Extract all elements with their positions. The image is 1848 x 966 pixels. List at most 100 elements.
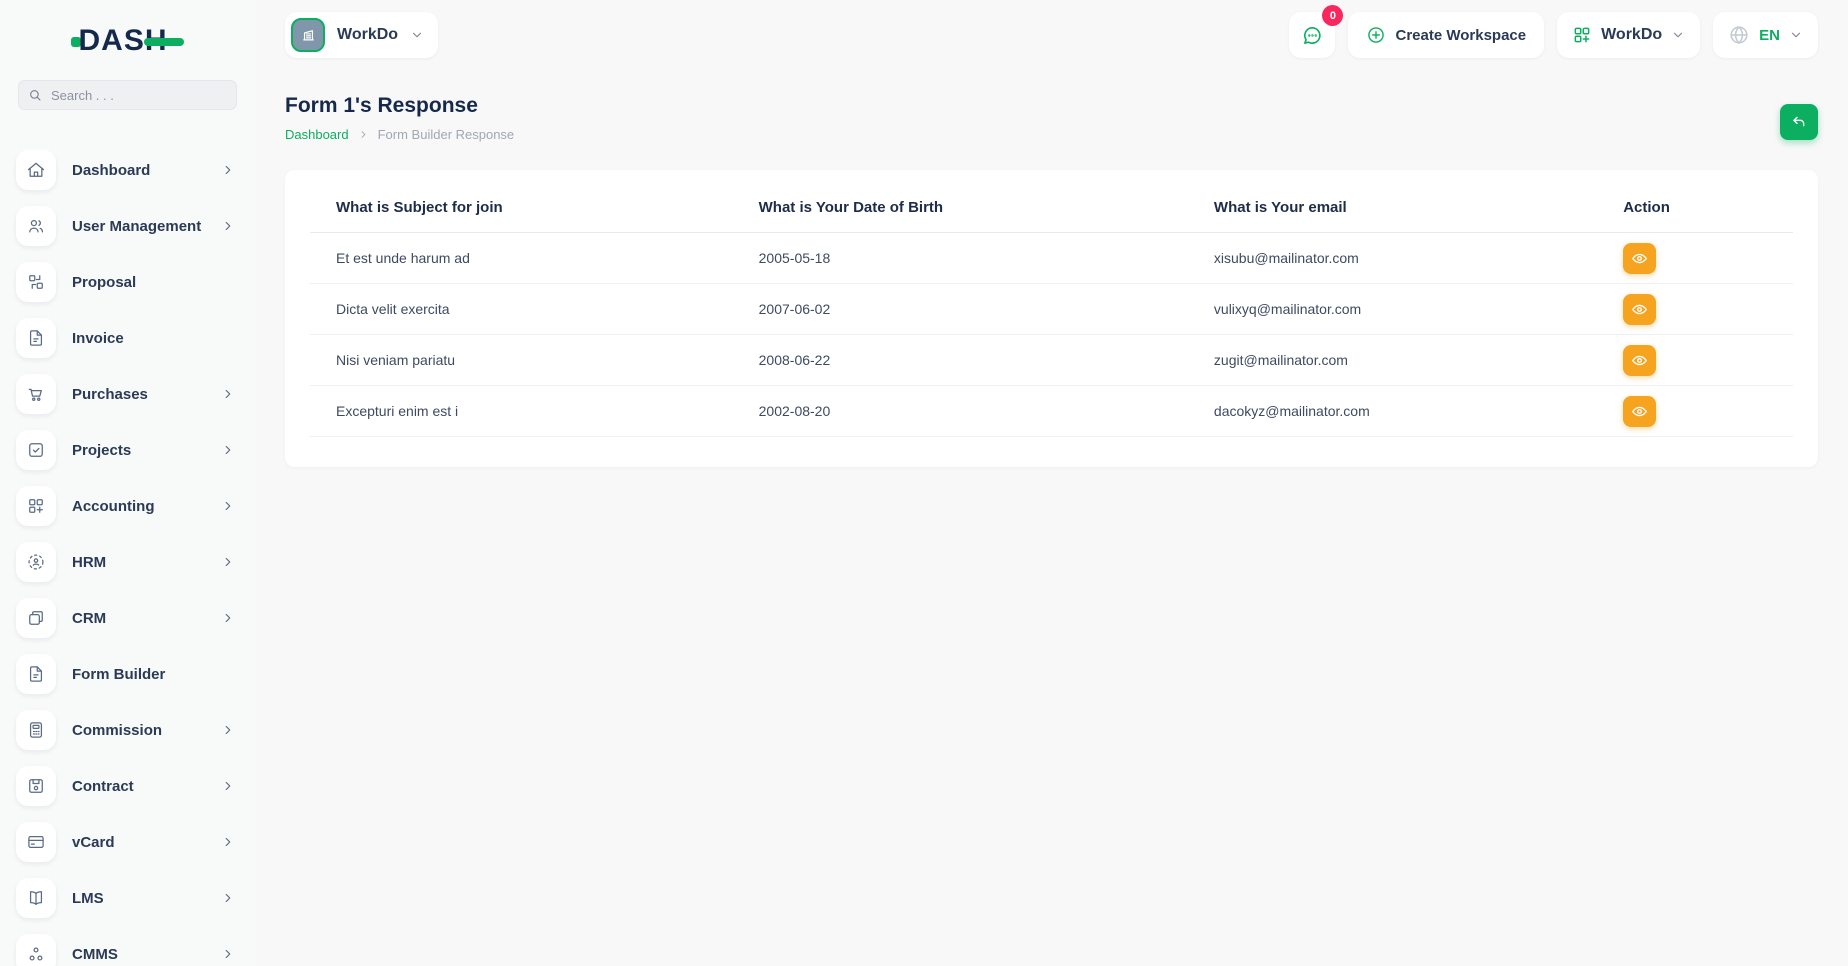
chevron-right-icon bbox=[358, 129, 369, 140]
eye-icon bbox=[1631, 250, 1648, 267]
sidebar-item-label: CMMS bbox=[72, 946, 221, 963]
sidebar-item-label: Proposal bbox=[72, 274, 221, 291]
proposal-icon bbox=[26, 272, 46, 292]
sidebar-item[interactable]: Commission bbox=[16, 710, 239, 750]
sidebar-item-label: LMS bbox=[72, 890, 221, 907]
back-button[interactable] bbox=[1780, 104, 1818, 140]
cell-dob: 2007-06-02 bbox=[733, 284, 1188, 335]
logo-dash-bar bbox=[144, 38, 184, 46]
sidebar-item[interactable]: Projects bbox=[16, 430, 239, 470]
workspace-dropdown[interactable]: WorkDo bbox=[1557, 12, 1700, 58]
invoice-icon bbox=[26, 328, 46, 348]
sidebar-item[interactable]: CRM bbox=[16, 598, 239, 638]
sidebar-item[interactable]: LMS bbox=[16, 878, 239, 918]
workspace-dropdown-label: WorkDo bbox=[1601, 26, 1662, 44]
sidebar-item[interactable]: Form Builder bbox=[16, 654, 239, 694]
search-input[interactable] bbox=[18, 80, 237, 110]
breadcrumb-current: Form Builder Response bbox=[378, 127, 515, 142]
workspace-switcher[interactable]: WorkDo bbox=[285, 12, 438, 58]
view-response-button[interactable] bbox=[1623, 243, 1656, 274]
sidebar-search bbox=[18, 80, 237, 110]
cell-email: zugit@mailinator.com bbox=[1188, 335, 1597, 386]
sidebar-item[interactable]: Contract bbox=[16, 766, 239, 806]
search-icon bbox=[28, 88, 42, 102]
chevron-down-icon bbox=[1789, 28, 1803, 42]
users-icon bbox=[26, 216, 46, 236]
page-header: Form 1's Response Dashboard Form Builder… bbox=[285, 94, 1818, 142]
sidebar-item-label: Projects bbox=[72, 442, 221, 459]
responses-card: What is Subject for join What is Your Da… bbox=[285, 170, 1818, 467]
cell-email: xisubu@mailinator.com bbox=[1188, 233, 1597, 284]
breadcrumb: Dashboard Form Builder Response bbox=[285, 127, 514, 142]
view-response-button[interactable] bbox=[1623, 294, 1656, 325]
cell-action bbox=[1597, 386, 1793, 437]
table-row: Excepturi enim est i 2002-08-20 dacokyz@… bbox=[310, 386, 1793, 437]
cell-dob: 2005-05-18 bbox=[733, 233, 1188, 284]
sidebar-nav: Dashboard User Management Proposal bbox=[0, 150, 255, 966]
crm-icon bbox=[26, 608, 46, 628]
sidebar-item-label: Commission bbox=[72, 722, 221, 739]
responses-table: What is Subject for join What is Your Da… bbox=[310, 195, 1793, 437]
chevron-down-icon bbox=[1671, 28, 1685, 42]
sidebar-item[interactable]: vCard bbox=[16, 822, 239, 862]
undo-icon bbox=[1791, 114, 1807, 130]
sidebar-item-label: Invoice bbox=[72, 330, 221, 347]
chevron-right-icon bbox=[221, 835, 235, 849]
building-icon bbox=[299, 26, 318, 45]
cell-action bbox=[1597, 233, 1793, 284]
sidebar-item-label: Contract bbox=[72, 778, 221, 795]
sidebar-item-label: Form Builder bbox=[72, 666, 221, 683]
create-workspace-button[interactable]: Create Workspace bbox=[1348, 12, 1544, 58]
table-header-row: What is Subject for join What is Your Da… bbox=[310, 195, 1793, 233]
globe-icon bbox=[1728, 24, 1750, 46]
page-title: Form 1's Response bbox=[285, 94, 514, 118]
sidebar-item[interactable]: Accounting bbox=[16, 486, 239, 526]
cell-subject: Et est unde harum ad bbox=[310, 233, 733, 284]
eye-icon bbox=[1631, 352, 1648, 369]
home-icon bbox=[26, 160, 46, 180]
chevron-right-icon bbox=[221, 947, 235, 961]
topbar-actions: 0 Create Workspace WorkDo EN bbox=[1289, 12, 1818, 58]
grid-plus-icon bbox=[1572, 25, 1592, 45]
cell-email: dacokyz@mailinator.com bbox=[1188, 386, 1597, 437]
chevron-right-icon bbox=[221, 499, 235, 513]
sidebar-item[interactable]: HRM bbox=[16, 542, 239, 582]
language-label: EN bbox=[1759, 27, 1780, 44]
brand-logo[interactable]: DASH bbox=[71, 24, 183, 58]
sidebar-item-label: User Management bbox=[72, 218, 221, 235]
chat-icon bbox=[1301, 24, 1324, 47]
form-builder-icon bbox=[26, 664, 46, 684]
sidebar-item[interactable]: Dashboard bbox=[16, 150, 239, 190]
cell-subject: Dicta velit exercita bbox=[310, 284, 733, 335]
table-row: Et est unde harum ad 2005-05-18 xisubu@m… bbox=[310, 233, 1793, 284]
sidebar-item[interactable]: CMMS bbox=[16, 934, 239, 966]
cell-action bbox=[1597, 284, 1793, 335]
sidebar-item[interactable]: User Management bbox=[16, 206, 239, 246]
create-workspace-label: Create Workspace bbox=[1395, 27, 1526, 44]
messages-button[interactable]: 0 bbox=[1289, 12, 1335, 58]
cart-icon bbox=[26, 384, 46, 404]
sidebar-item[interactable]: Purchases bbox=[16, 374, 239, 414]
cmms-icon bbox=[26, 944, 46, 964]
sidebar-item[interactable]: Invoice bbox=[16, 318, 239, 358]
main-content: WorkDo 0 Create Workspace WorkDo EN bbox=[255, 0, 1848, 966]
breadcrumb-dashboard-link[interactable]: Dashboard bbox=[285, 127, 349, 142]
vcard-icon bbox=[26, 832, 46, 852]
language-selector[interactable]: EN bbox=[1713, 12, 1818, 58]
sidebar-item[interactable]: Proposal bbox=[16, 262, 239, 302]
lms-icon bbox=[26, 888, 46, 908]
sidebar-item-label: vCard bbox=[72, 834, 221, 851]
chevron-down-icon bbox=[410, 28, 424, 42]
cell-dob: 2002-08-20 bbox=[733, 386, 1188, 437]
accounting-icon bbox=[26, 496, 46, 516]
view-response-button[interactable] bbox=[1623, 396, 1656, 427]
chevron-right-icon bbox=[221, 891, 235, 905]
cell-email: vulixyq@mailinator.com bbox=[1188, 284, 1597, 335]
view-response-button[interactable] bbox=[1623, 345, 1656, 376]
sidebar-item-label: Dashboard bbox=[72, 162, 221, 179]
chevron-right-icon bbox=[221, 611, 235, 625]
table-row: Nisi veniam pariatu 2008-06-22 zugit@mai… bbox=[310, 335, 1793, 386]
cell-dob: 2008-06-22 bbox=[733, 335, 1188, 386]
col-header-action: Action bbox=[1597, 195, 1793, 233]
chevron-right-icon bbox=[221, 443, 235, 457]
